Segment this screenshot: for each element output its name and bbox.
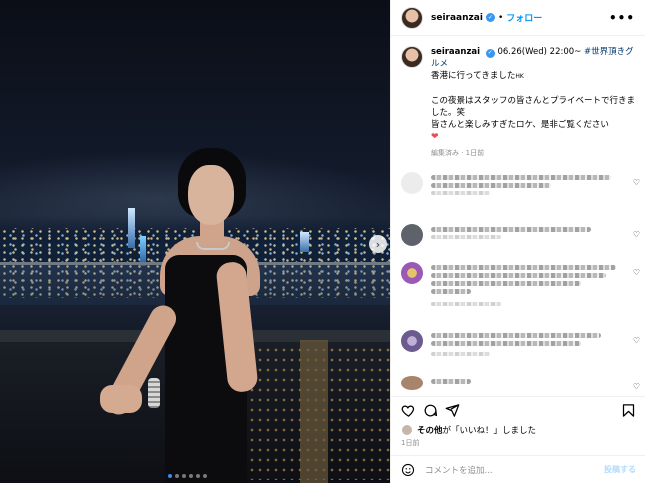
comment-text-blurred — [431, 376, 621, 387]
post-date[interactable]: 1日前 — [401, 438, 419, 448]
comment-input[interactable]: コメントを追加... — [425, 464, 604, 476]
separator-dot: • — [497, 12, 504, 23]
more-options-icon[interactable]: ••• — [609, 11, 635, 25]
comment-icon[interactable] — [423, 403, 438, 418]
likes-others-link[interactable]: その他 — [417, 424, 443, 436]
comment-item: ♡ — [391, 262, 645, 309]
heart-icon[interactable]: ♡ — [633, 268, 640, 277]
heart-icon[interactable]: ♡ — [633, 230, 640, 239]
carousel-dot — [203, 474, 207, 478]
heart-icon[interactable]: ♡ — [633, 178, 640, 187]
avatar[interactable] — [401, 6, 423, 29]
username-link[interactable]: seiraanzai — [431, 13, 483, 23]
commenter-avatar[interactable] — [401, 224, 423, 246]
caption-line: この夜景はスタッフの皆さんとプライベートで行きました。笑 — [431, 96, 636, 118]
emoji-icon[interactable] — [401, 463, 415, 477]
follow-button[interactable]: フォロー — [506, 11, 542, 24]
post-photo[interactable]: › — [0, 0, 390, 483]
comment-text-blurred — [431, 262, 621, 309]
carousel-dot — [189, 474, 193, 478]
comment-item: ♡ — [391, 172, 645, 198]
bookmark-icon[interactable] — [621, 403, 636, 418]
caption-date-line: 06.26(Wed) 22:00~ — [497, 47, 582, 57]
heart-icon[interactable] — [401, 403, 416, 418]
caption-line: 皆さんと楽しみすぎたロケ、是非ご覧ください — [431, 120, 609, 130]
likes-summary: その他 が「いいね！」しました — [401, 424, 536, 436]
verified-badge-icon: ✓ — [485, 48, 495, 58]
carousel-dot — [182, 474, 186, 478]
carousel-dot — [168, 474, 172, 478]
heart-icon[interactable]: ♡ — [633, 336, 640, 345]
carousel-dot — [196, 474, 200, 478]
commenter-avatar[interactable] — [401, 330, 423, 352]
carousel-dots — [168, 474, 207, 478]
share-icon[interactable] — [445, 403, 460, 418]
likes-text: が「いいね！」しました — [442, 426, 537, 436]
edited-meta: 編集済み · 1日前 — [431, 149, 485, 157]
post-comment-button[interactable]: 投稿する — [604, 464, 636, 475]
post-header: seiraanzai ✓ • フォロー ••• — [391, 0, 645, 36]
red-heart-icon: ❤ — [431, 132, 439, 142]
comment-item: ♡ — [391, 330, 645, 359]
comment-text-blurred — [431, 224, 621, 242]
comment-item: ♡ — [391, 224, 645, 246]
hk-flag: HK — [515, 73, 524, 80]
pillar — [300, 340, 328, 483]
tower-building — [300, 232, 309, 252]
bracelet — [148, 378, 160, 408]
verified-badge-icon: ✓ — [485, 13, 495, 22]
commenter-avatar[interactable] — [401, 376, 423, 390]
caption-text: seiraanzai ✓ 06.26(Wed) 22:00~ #世界頂きグルメ … — [431, 46, 635, 159]
person-hand — [100, 385, 142, 413]
necklace — [196, 242, 230, 250]
liker-avatar — [401, 424, 413, 436]
carousel-dot — [175, 474, 179, 478]
add-comment-bar: コメントを追加... 投稿する — [391, 455, 645, 483]
tower-building — [128, 208, 135, 248]
commenter-avatar[interactable] — [401, 262, 423, 284]
chevron-right-icon: › — [375, 237, 381, 251]
caption-line: 香港に行ってきました — [431, 71, 516, 81]
post-caption: seiraanzai ✓ 06.26(Wed) 22:00~ #世界頂きグルメ … — [391, 36, 645, 159]
next-image-button[interactable]: › — [369, 235, 387, 253]
heart-icon[interactable]: ♡ — [633, 382, 640, 391]
comment-text-blurred — [431, 330, 621, 359]
caption-username[interactable]: seiraanzai — [431, 47, 480, 57]
instagram-post-view: › seiraanzai ✓ • フォロー ••• seiraanzai ✓ 0… — [0, 0, 645, 483]
commenter-avatar[interactable] — [401, 172, 423, 194]
comment-text-blurred — [431, 172, 621, 198]
person-face — [188, 165, 234, 225]
post-side-panel: seiraanzai ✓ • フォロー ••• seiraanzai ✓ 06.… — [390, 0, 645, 483]
avatar[interactable] — [401, 46, 423, 68]
post-actions-bar — [391, 396, 645, 418]
comment-item: ♡ — [391, 376, 645, 391]
